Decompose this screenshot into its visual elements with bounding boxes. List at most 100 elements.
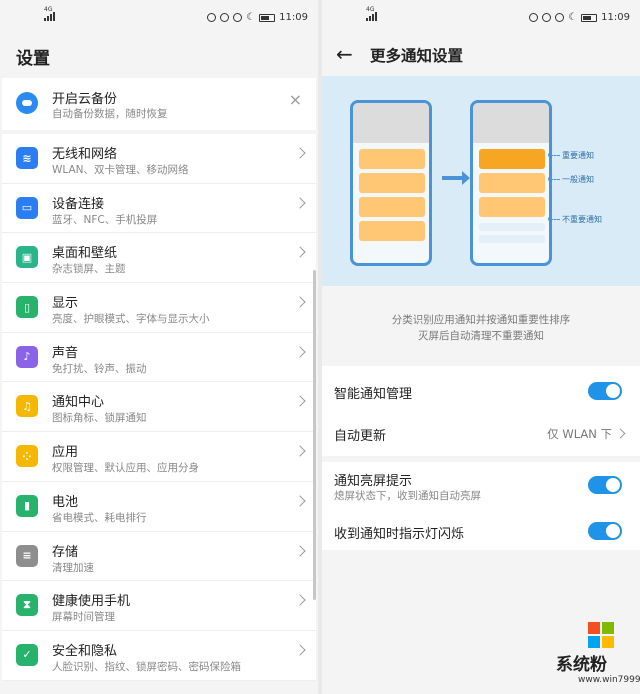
display-icon: ▯ [16, 296, 38, 319]
backup-subtitle: 自动备份数据，随时恢复 [52, 108, 168, 120]
settings-item[interactable]: ♪ 声音 免打扰、铃声、振动 [2, 333, 316, 383]
settings-item-title: 安全和隐私 [52, 643, 118, 659]
settings-item-title: 通知中心 [52, 395, 105, 411]
settings-item-subtitle: 杂志锁屏、主题 [52, 263, 126, 276]
alarm-icon [555, 13, 565, 22]
devices-icon: ▭ [16, 196, 38, 219]
smart-management-label: 智能通知管理 [334, 387, 413, 402]
auto-update-label[interactable]: 自动更新 [334, 425, 386, 444]
signal-icon: 4G [366, 6, 377, 21]
auto-update-value[interactable]: 仅 WLAN 下 [547, 426, 612, 442]
smart-section: 智能通知管理 自动更新 仅 WLAN 下 [322, 366, 640, 456]
wake-section: 通知亮屏提示 熄屏状态下，收到通知自动亮屏 收到通知时指示灯闪烁 [322, 462, 640, 550]
clock: 11:09 [601, 12, 630, 23]
backup-title: 开启云备份 [52, 92, 118, 107]
description-line-1: 分类识别应用通知并按通知重要性排序 [391, 314, 571, 326]
title-bar: ← 更多通知设置 [322, 36, 640, 76]
moon-icon: ☾ [568, 12, 578, 23]
battery-icon: ▮ [16, 494, 38, 517]
settings-item-subtitle: 免打扰、铃声、振动 [52, 362, 147, 375]
scrollbar[interactable] [313, 270, 316, 600]
close-icon[interactable]: × [289, 92, 302, 108]
settings-item[interactable]: ▯ 显示 亮度、护眼模式、字体与显示大小 [2, 283, 316, 333]
status-icons: ☾ 11:09 [529, 12, 630, 23]
alarm-icon [233, 13, 243, 22]
network-type: 4G [366, 6, 375, 13]
label-important: 重要通知 [562, 151, 594, 160]
notification-illustration: 重要通知 一般通知 不重要通知 [322, 76, 640, 286]
settings-item-title: 声音 [52, 345, 79, 361]
led-blink-toggle[interactable] [588, 522, 622, 540]
title-bar: 设置 [0, 36, 318, 76]
settings-list: ≋ 无线和网络 WLAN、双卡管理、移动网络 ▭ 设备连接 蓝牙、NFC、手机投屏 ▣ 桌面和… [2, 134, 316, 681]
chevron-right-icon [294, 644, 306, 656]
status-icons: ☾ 11:09 [207, 12, 308, 23]
chevron-right-icon [294, 296, 306, 308]
settings-item[interactable]: ⁘ 应用 权限管理、默认应用、应用分身 [2, 432, 316, 482]
settings-item-title: 显示 [52, 296, 79, 312]
chevron-right-icon [294, 346, 306, 358]
settings-item[interactable]: ≡ 存储 清理加速 [2, 532, 316, 582]
apps-icon: ⁘ [16, 445, 38, 468]
windows-logo-watermark [588, 622, 614, 648]
settings-item-subtitle: 图标角标、锁屏通知 [52, 412, 147, 425]
wake-screen-toggle[interactable] [588, 476, 622, 494]
settings-item-subtitle: 省电模式、耗电排行 [52, 511, 147, 524]
page-title: 更多通知设置 [370, 47, 464, 65]
back-arrow-icon[interactable]: ← [336, 44, 353, 64]
bell-icon: ♫ [16, 395, 38, 418]
eye-icon [220, 13, 230, 22]
settings-item-title: 电池 [52, 494, 79, 510]
wake-screen-label: 通知亮屏提示 [334, 474, 413, 489]
eye-icon [542, 13, 552, 22]
settings-item[interactable]: ✓ 安全和隐私 人脸识别、指纹、锁屏密码、密码保险箱 [2, 631, 316, 681]
label-normal: 一般通知 [562, 175, 594, 184]
dnd-icon [207, 13, 217, 22]
settings-item-subtitle: 人脸识别、指纹、锁屏密码、密码保险箱 [52, 660, 241, 673]
settings-item-subtitle: 蓝牙、NFC、手机投屏 [52, 213, 158, 226]
wifi-icon: ≋ [16, 147, 38, 169]
settings-item[interactable]: ▭ 设备连接 蓝牙、NFC、手机投屏 [2, 184, 316, 234]
chevron-right-icon [294, 445, 306, 457]
chevron-right-icon [294, 197, 306, 209]
settings-item[interactable]: ≋ 无线和网络 WLAN、双卡管理、移动网络 [2, 134, 316, 184]
chevron-right-icon [294, 395, 306, 408]
settings-item[interactable]: ▮ 电池 省电模式、耗电排行 [2, 482, 316, 532]
battery-status-icon [259, 13, 276, 22]
chevron-right-icon [294, 544, 306, 557]
phone-before-illustration [350, 100, 432, 266]
network-type: 4G [44, 6, 53, 13]
clock: 11:09 [279, 12, 308, 23]
chevron-right-icon[interactable] [615, 428, 626, 439]
shield-icon: ✓ [16, 643, 38, 666]
settings-item[interactable]: ▣ 桌面和壁纸 杂志锁屏、主题 [2, 233, 316, 284]
wallpaper-icon: ▣ [16, 246, 38, 269]
dnd-icon [529, 13, 539, 22]
settings-item-subtitle: 清理加速 [52, 561, 94, 574]
settings-item-subtitle: 亮度、护眼模式、字体与显示大小 [52, 313, 210, 326]
hourglass-icon: ⧗ [16, 594, 38, 617]
settings-item-title: 健康使用手机 [52, 594, 131, 610]
settings-item-title: 应用 [52, 445, 79, 461]
settings-item[interactable]: ♫ 通知中心 图标角标、锁屏通知 [2, 382, 316, 433]
smart-management-toggle[interactable] [588, 382, 622, 400]
settings-item-subtitle: 权限管理、默认应用、应用分身 [52, 462, 199, 475]
storage-icon: ≡ [16, 544, 38, 567]
notification-settings-screen: 4G ☾ 11:09 ← 更多通知设置 重要通知 一般通知 不重要通知 分类识别… [322, 0, 640, 694]
settings-item[interactable]: ⧗ 健康使用手机 屏幕时间管理 [2, 581, 316, 631]
chevron-right-icon [294, 495, 306, 507]
status-bar: 4G ☾ 11:09 [0, 0, 318, 36]
settings-item-subtitle: 屏幕时间管理 [52, 611, 115, 624]
cloud-icon [16, 92, 38, 114]
page-title: 设置 [16, 49, 50, 69]
chevron-right-icon [294, 594, 306, 606]
watermark-url: www.win7999.com [578, 675, 640, 685]
phone-after-illustration [470, 100, 552, 266]
chevron-right-icon [294, 147, 306, 159]
settings-item-subtitle: WLAN、双卡管理、移动网络 [52, 164, 189, 176]
sound-icon: ♪ [16, 345, 38, 368]
arrow-icon [442, 171, 470, 185]
watermark-text: 系统粉 [556, 655, 607, 675]
settings-item-title: 存储 [52, 544, 79, 560]
cloud-backup-banner[interactable]: 开启云备份 自动备份数据，随时恢复 × [2, 78, 316, 130]
